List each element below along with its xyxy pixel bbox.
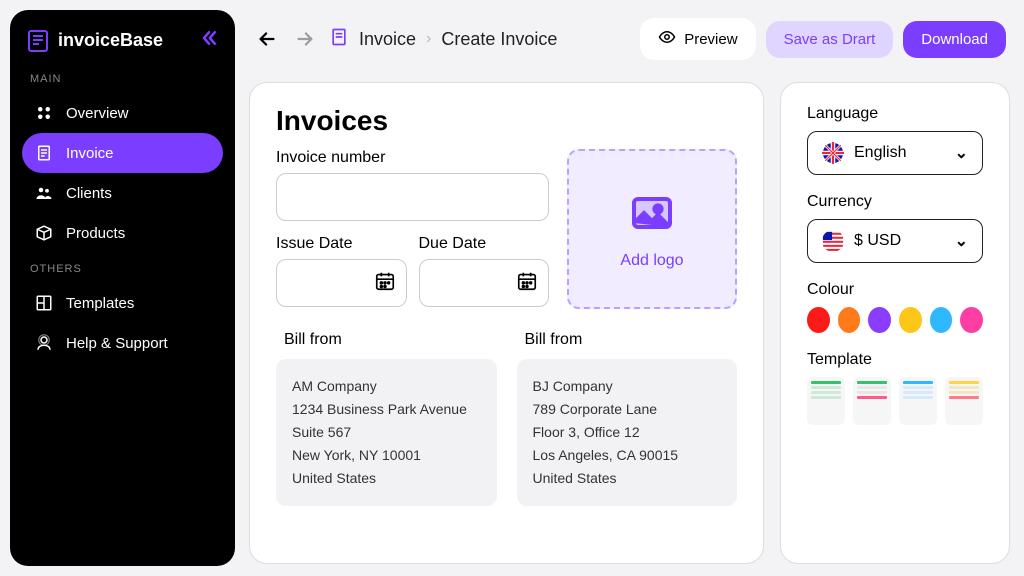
content-row: Invoices Invoice number Issue Date xyxy=(249,82,1010,564)
bill-to-country: United States xyxy=(533,467,722,490)
sidebar-item-label: Invoice xyxy=(66,145,114,162)
preview-label: Preview xyxy=(684,31,737,48)
products-icon xyxy=(34,223,54,243)
calendar-icon xyxy=(516,270,538,297)
sidebar-item-label: Templates xyxy=(66,295,134,312)
download-button[interactable]: Download xyxy=(903,21,1006,58)
brand-logo-icon xyxy=(26,29,50,53)
due-date-label: Due Date xyxy=(419,235,550,253)
template-thumbnail-0[interactable] xyxy=(807,377,845,425)
colour-swatch-5[interactable] xyxy=(960,307,983,333)
colour-swatches xyxy=(807,307,983,333)
template-thumbnails xyxy=(807,377,983,425)
invoice-icon xyxy=(34,143,54,163)
template-label: Template xyxy=(807,351,983,369)
bill-from-box[interactable]: AM Company 1234 Business Park Avenue Sui… xyxy=(276,359,497,506)
templates-icon xyxy=(34,293,54,313)
help-icon xyxy=(34,333,54,353)
uk-flag-icon xyxy=(822,142,844,164)
currency-value: $ USD xyxy=(854,232,901,250)
chevron-down-icon: ⌄ xyxy=(955,231,968,251)
sidebar-item-products[interactable]: Products xyxy=(22,213,223,253)
clients-icon xyxy=(34,183,54,203)
sidebar-item-templates[interactable]: Templates xyxy=(22,283,223,323)
bill-from-label: Bill from xyxy=(276,331,497,349)
save-draft-button[interactable]: Save as Drart xyxy=(766,21,894,58)
chevron-down-icon: ⌄ xyxy=(955,143,968,163)
sidebar-item-label: Clients xyxy=(66,185,112,202)
sidebar-section-main: MAIN xyxy=(30,73,215,85)
sidebar: invoiceBase MAIN Overview Invoice Client… xyxy=(10,10,235,566)
chevron-right-icon: › xyxy=(426,30,431,48)
currency-label: Currency xyxy=(807,193,983,211)
add-logo-label: Add logo xyxy=(620,252,683,270)
brand: invoiceBase xyxy=(22,28,223,53)
main-area: Invoice › Create Invoice Preview Save as… xyxy=(245,0,1024,576)
download-label: Download xyxy=(921,31,988,48)
forward-arrow-icon xyxy=(291,25,319,53)
preview-button[interactable]: Preview xyxy=(640,18,755,60)
calendar-icon xyxy=(374,270,396,297)
invoice-number-input[interactable] xyxy=(276,173,549,221)
bill-to-box[interactable]: BJ Company 789 Corporate Lane Floor 3, O… xyxy=(517,359,738,506)
issue-date-input[interactable] xyxy=(276,259,407,307)
breadcrumb-child: Create Invoice xyxy=(441,29,557,50)
breadcrumb-current[interactable]: Invoice xyxy=(359,29,416,50)
language-label: Language xyxy=(807,105,983,123)
template-thumbnail-3[interactable] xyxy=(945,377,983,425)
bill-from-line2: Suite 567 xyxy=(292,421,481,444)
brand-name: invoiceBase xyxy=(58,30,163,51)
bill-from-company: AM Company xyxy=(292,375,481,398)
sidebar-section-others: OTHERS xyxy=(30,263,215,275)
add-logo-dropzone[interactable]: Add logo xyxy=(567,149,737,309)
bill-from-country: United States xyxy=(292,467,481,490)
us-flag-icon xyxy=(822,230,844,252)
colour-swatch-1[interactable] xyxy=(838,307,861,333)
language-value: English xyxy=(854,144,906,162)
due-date-input[interactable] xyxy=(419,259,550,307)
colour-swatch-2[interactable] xyxy=(868,307,891,333)
template-thumbnail-1[interactable] xyxy=(853,377,891,425)
eye-icon xyxy=(658,28,676,50)
grid-icon xyxy=(34,103,54,123)
sidebar-item-help[interactable]: Help & Support xyxy=(22,323,223,363)
topbar: Invoice › Create Invoice Preview Save as… xyxy=(249,12,1010,66)
back-arrow-icon[interactable] xyxy=(253,25,281,53)
issue-date-label: Issue Date xyxy=(276,235,407,253)
colour-label: Colour xyxy=(807,281,983,299)
draft-label: Save as Drart xyxy=(784,31,876,48)
bill-to-label: Bill from xyxy=(517,331,738,349)
collapse-icon[interactable] xyxy=(199,28,219,53)
currency-select[interactable]: $ USD ⌄ xyxy=(807,219,983,263)
sidebar-item-invoice[interactable]: Invoice xyxy=(22,133,223,173)
language-select[interactable]: English ⌄ xyxy=(807,131,983,175)
sidebar-item-label: Overview xyxy=(66,105,129,122)
sidebar-item-label: Products xyxy=(66,225,125,242)
page-title: Invoices xyxy=(276,105,737,137)
template-thumbnail-2[interactable] xyxy=(899,377,937,425)
image-icon xyxy=(628,189,676,242)
bill-to-line1: 789 Corporate Lane xyxy=(533,398,722,421)
colour-swatch-4[interactable] xyxy=(930,307,953,333)
settings-card: Language English ⌄ Currency $ USD ⌄ Colo… xyxy=(780,82,1010,564)
bill-to-company: BJ Company xyxy=(533,375,722,398)
sidebar-item-clients[interactable]: Clients xyxy=(22,173,223,213)
bill-to-line2: Floor 3, Office 12 xyxy=(533,421,722,444)
invoice-card: Invoices Invoice number Issue Date xyxy=(249,82,764,564)
bill-from-city: New York, NY 10001 xyxy=(292,444,481,467)
bill-from-line1: 1234 Business Park Avenue xyxy=(292,398,481,421)
sidebar-item-label: Help & Support xyxy=(66,335,168,352)
breadcrumb-invoice-icon xyxy=(329,27,349,52)
sidebar-item-overview[interactable]: Overview xyxy=(22,93,223,133)
invoice-number-label: Invoice number xyxy=(276,149,549,167)
colour-swatch-3[interactable] xyxy=(899,307,922,333)
colour-swatch-0[interactable] xyxy=(807,307,830,333)
bill-to-city: Los Angeles, CA 90015 xyxy=(533,444,722,467)
